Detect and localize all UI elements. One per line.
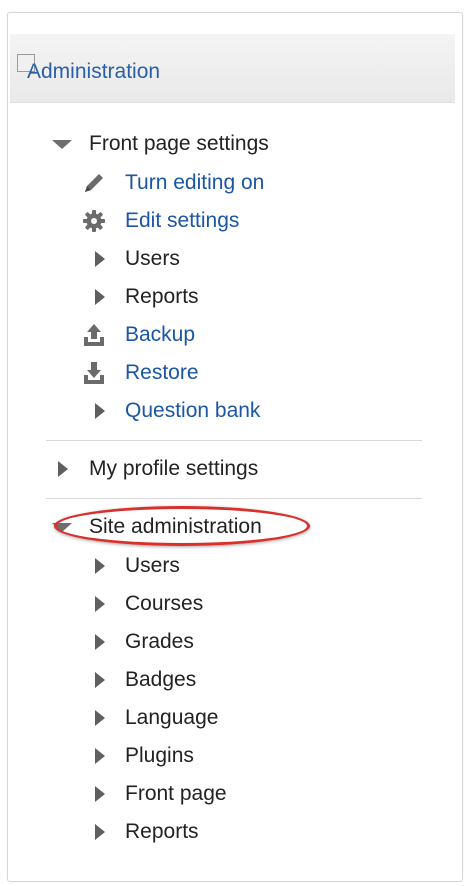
- backup-label: Backup: [125, 323, 196, 346]
- triangle-right-icon: [95, 672, 105, 688]
- block-title: Administration: [27, 60, 161, 83]
- highlight-ellipse: [54, 506, 310, 546]
- edit-settings-label: Edit settings: [125, 209, 240, 232]
- question-bank-label: Question bank: [125, 399, 261, 422]
- divider: [46, 498, 422, 499]
- triangle-right-icon: [95, 748, 105, 764]
- front-page-settings-label: Front page settings: [89, 132, 269, 155]
- site-users-label: Users: [125, 554, 180, 577]
- triangle-right-icon: [95, 558, 105, 574]
- my-profile-settings-label: My profile settings: [89, 457, 259, 480]
- triangle-right-icon: [95, 596, 105, 612]
- grades-label: Grades: [125, 630, 194, 653]
- upload-icon: [84, 324, 104, 346]
- triangle-right-icon: [95, 289, 105, 305]
- triangle-right-icon: [95, 824, 105, 840]
- triangle-right-icon: [58, 461, 68, 477]
- turn-editing-on-label: Turn editing on: [125, 171, 265, 194]
- language-label: Language: [125, 706, 219, 729]
- badges-label: Badges: [125, 668, 197, 691]
- front-users-label: Users: [125, 247, 180, 270]
- front-reports-label: Reports: [125, 285, 199, 308]
- triangle-right-icon: [95, 251, 105, 267]
- site-reports-label: Reports: [125, 820, 199, 843]
- triangle-right-icon: [95, 634, 105, 650]
- triangle-down-icon: [52, 140, 72, 149]
- triangle-right-icon: [95, 710, 105, 726]
- restore-label: Restore: [125, 361, 199, 384]
- gear-icon: [83, 210, 105, 232]
- courses-label: Courses: [125, 592, 204, 615]
- plugins-label: Plugins: [125, 744, 194, 767]
- front-page-label: Front page: [125, 782, 227, 805]
- triangle-right-icon: [95, 403, 105, 419]
- divider: [46, 440, 422, 441]
- triangle-right-icon: [95, 786, 105, 802]
- download-icon: [84, 362, 104, 384]
- pencil-icon: [85, 174, 103, 192]
